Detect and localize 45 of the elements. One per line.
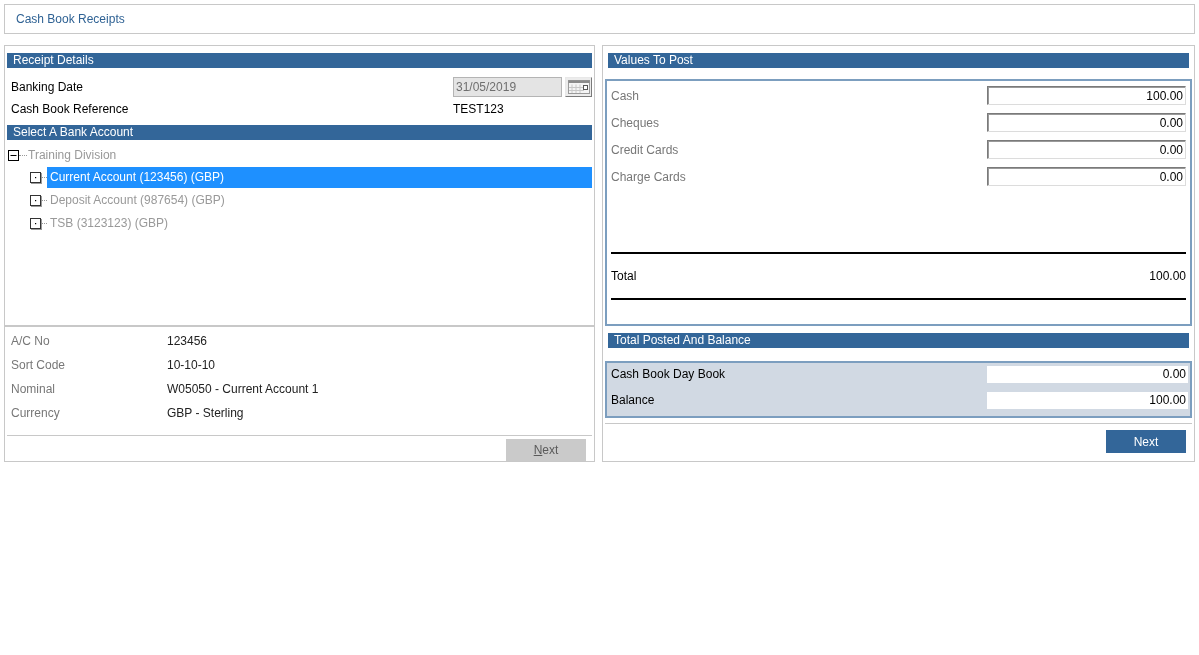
total-label: Total: [611, 269, 637, 283]
section-header: Select A Bank Account: [7, 125, 592, 140]
section-header: Values To Post: [608, 53, 1189, 68]
amount-field[interactable]: 0.00: [987, 167, 1186, 186]
amount-field[interactable]: 0.00: [987, 113, 1186, 132]
tree-connector: [19, 154, 27, 156]
tree-item[interactable]: Deposit Account (987654) (GBP): [47, 190, 592, 211]
tree-connector: [42, 223, 47, 224]
detail-label: Currency: [10, 406, 61, 420]
detail-value: GBP - Sterling: [167, 406, 245, 420]
field-value: TEST123: [453, 102, 504, 116]
calendar-icon: [567, 80, 590, 94]
detail-value: 10-10-10: [167, 358, 217, 372]
dot-box-icon: [30, 194, 42, 207]
detail-label: Nominal: [10, 382, 56, 396]
dot-box-icon: [30, 171, 42, 184]
calendar-button[interactable]: [565, 77, 592, 97]
tree-connector: [42, 200, 47, 201]
value-label: Credit Cards: [611, 142, 679, 157]
section-header: Receipt Details: [7, 53, 592, 68]
page-title: Cash Book Receipts: [16, 12, 125, 26]
tree-item[interactable]: Training Division: [27, 148, 117, 162]
total-value: 100.00: [1149, 269, 1186, 283]
value-label: Charge Cards: [611, 169, 686, 184]
dot-box-icon: [30, 217, 42, 230]
value-label: Cheques: [611, 115, 660, 130]
field-label: Cash Book Reference: [10, 102, 130, 116]
field-label: Banking Date: [10, 80, 85, 94]
tree-item[interactable]: TSB (3123123) (GBP): [47, 213, 592, 234]
value-label: Cash: [611, 88, 639, 103]
amount-field[interactable]: 100.00: [987, 86, 1186, 105]
balance-field: 100.00: [987, 391, 1188, 409]
balance-field: 0.00: [987, 365, 1188, 383]
detail-label: A/C No: [10, 334, 51, 348]
tree-item[interactable]: Current Account (123456) (GBP): [47, 167, 592, 188]
minus-box-icon[interactable]: [8, 149, 19, 161]
detail-value: 123456: [167, 334, 209, 348]
amount-field[interactable]: 0.00: [987, 140, 1186, 159]
detail-value: W05050 - Current Account 1: [167, 382, 320, 396]
section-header: Total Posted And Balance: [608, 333, 1189, 348]
detail-label: Sort Code: [10, 358, 67, 372]
next-button[interactable]: Next: [1106, 430, 1186, 453]
balance-label: Cash Book Day Book: [611, 367, 726, 381]
balance-label: Balance: [611, 393, 655, 407]
tree-connector: [42, 177, 47, 178]
